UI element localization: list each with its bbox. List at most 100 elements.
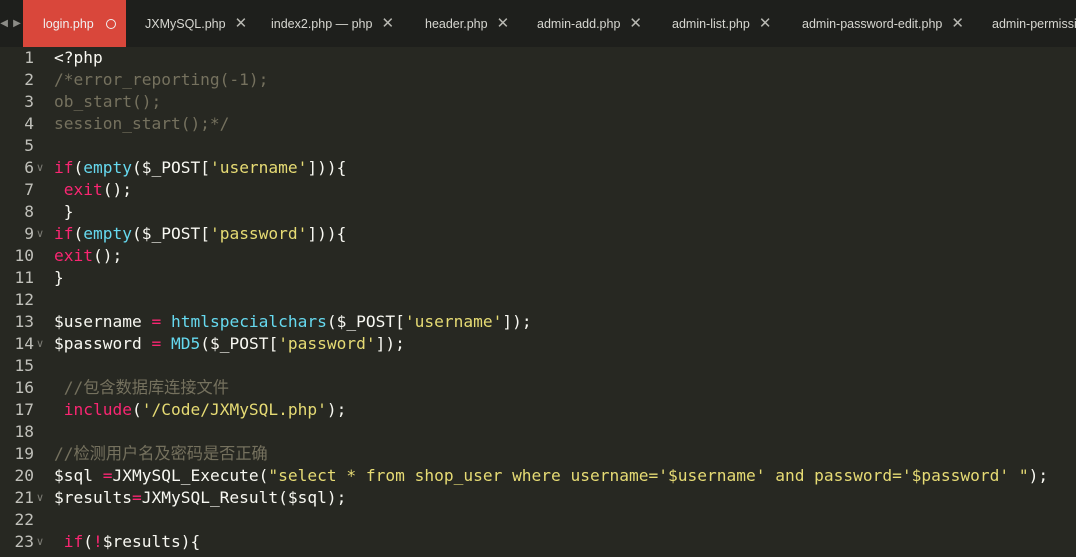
tab-admin-password-edit-php[interactable]: admin-password-edit.php ✕ xyxy=(802,0,964,47)
tab-label: JXMySQL.php xyxy=(145,16,226,31)
close-icon[interactable]: ✕ xyxy=(951,16,964,31)
code-token: JXMySQL_Execute( xyxy=(112,466,269,485)
code-line[interactable]: 10 exit(); xyxy=(0,245,1076,267)
code-line[interactable]: 18 xyxy=(0,421,1076,443)
code-token: ]); xyxy=(502,312,532,331)
close-icon[interactable]: ✕ xyxy=(381,16,394,31)
fold-arrow-icon[interactable]: ∨ xyxy=(36,333,44,355)
code-line[interactable]: 11} xyxy=(0,267,1076,289)
line-number: 1 xyxy=(24,48,34,67)
tab-index2-php[interactable]: index2.php — php ✕ xyxy=(271,0,394,47)
code-token: } xyxy=(54,268,64,287)
code-line[interactable]: 3 ob_start(); xyxy=(0,91,1076,113)
tab-label: admin-list.php xyxy=(672,16,750,31)
code-token: 'username' xyxy=(404,312,503,331)
tab-jxmysql-php[interactable]: JXMySQL.php ✕ xyxy=(145,0,247,47)
code-text: } xyxy=(54,267,64,289)
code-token: ( xyxy=(73,224,84,243)
code-line[interactable]: 4 session_start();*/ xyxy=(0,113,1076,135)
code-text: exit(); xyxy=(54,179,132,201)
code-token: $results){ xyxy=(102,532,201,551)
line-number: 9 xyxy=(24,224,34,243)
line-number: 13 xyxy=(14,312,35,331)
fold-arrow-icon[interactable]: ∨ xyxy=(36,531,44,553)
code-token: $results xyxy=(54,488,132,507)
tab-admin-permission[interactable]: admin-permissi xyxy=(992,0,1076,47)
code-text: $sql =JXMySQL_Execute("select * from sho… xyxy=(54,465,1048,487)
code-line[interactable]: 8 } xyxy=(0,201,1076,223)
tab-scroll-arrows[interactable]: ◀ ▶ xyxy=(0,0,22,47)
tab-admin-list-php[interactable]: admin-list.php ✕ xyxy=(672,0,771,47)
code-token: ( xyxy=(83,532,93,551)
code-token: //检测用户名及密码是否正确 xyxy=(54,444,268,463)
code-text: include('/Code/JXMySQL.php'); xyxy=(54,399,347,421)
code-line[interactable]: 22 xyxy=(0,509,1076,531)
code-token: session_start();*/ xyxy=(54,114,230,133)
code-line[interactable]: 1 <?php xyxy=(0,47,1076,69)
code-line[interactable]: 14 ∨ $password = MD5($_POST['password']); xyxy=(0,333,1076,355)
code-token: empty xyxy=(83,224,132,243)
code-line[interactable]: 5 xyxy=(0,135,1076,157)
code-token: ]); xyxy=(375,334,405,353)
fold-arrow-icon[interactable]: ∨ xyxy=(36,157,44,179)
code-token: = xyxy=(131,488,142,507)
code-line[interactable]: 23 ∨ if(!$results){ xyxy=(0,531,1076,553)
tab-header-php[interactable]: header.php ✕ xyxy=(425,0,509,47)
line-number: 21 xyxy=(14,488,35,507)
fold-arrow-icon[interactable]: ∨ xyxy=(36,487,44,509)
code-line[interactable]: 15 xyxy=(0,355,1076,377)
code-token: "select * from shop_user where username=… xyxy=(268,466,1029,485)
tab-admin-add-php[interactable]: admin-add.php ✕ xyxy=(537,0,642,47)
tab-label: header.php xyxy=(425,16,488,31)
code-line[interactable]: 7 exit(); xyxy=(0,179,1076,201)
close-icon[interactable]: ✕ xyxy=(629,16,642,31)
code-token: /*error_reporting(-1); xyxy=(54,70,269,89)
tab-label: admin-add.php xyxy=(537,16,621,31)
code-token: $password xyxy=(54,334,152,353)
code-text: $password = MD5($_POST['password']); xyxy=(54,333,405,355)
code-token: ($_POST[ xyxy=(200,334,279,353)
line-number: 17 xyxy=(14,400,35,419)
code-text: //检测用户名及密码是否正确 xyxy=(54,443,268,465)
line-number: 7 xyxy=(24,180,34,199)
code-token: ( xyxy=(73,158,84,177)
code-editor[interactable]: 1 <?php 2 /*error_reporting(-1); 3 ob_start()… xyxy=(0,47,1076,557)
code-line[interactable]: 2 /*error_reporting(-1); xyxy=(0,69,1076,91)
close-icon[interactable]: ✕ xyxy=(235,16,248,31)
code-line[interactable]: 19 //检测用户名及密码是否正确 xyxy=(0,443,1076,465)
fold-arrow-icon[interactable]: ∨ xyxy=(36,223,44,245)
tab-label: login.php xyxy=(43,16,94,31)
code-token: if xyxy=(63,532,84,551)
code-line[interactable]: 12 xyxy=(0,289,1076,311)
code-line[interactable]: 21 ∨ $results=JXMySQL_Result($sql); xyxy=(0,487,1076,509)
line-number: 6 xyxy=(24,158,34,177)
code-line[interactable]: 20 $sql =JXMySQL_Execute("select * from s… xyxy=(0,465,1076,487)
line-number: 20 xyxy=(14,466,35,485)
code-token: (); xyxy=(92,246,123,265)
code-token: include xyxy=(63,400,132,419)
line-number: 2 xyxy=(24,70,34,89)
unsaved-dot-icon[interactable] xyxy=(105,18,116,29)
code-token: ); xyxy=(326,400,347,419)
code-token: 'password' xyxy=(278,334,376,353)
close-icon[interactable]: ✕ xyxy=(759,16,772,31)
code-text: <?php xyxy=(54,47,103,69)
close-icon[interactable]: ✕ xyxy=(497,16,510,31)
code-text: ob_start(); xyxy=(54,91,161,113)
line-number: 12 xyxy=(14,290,35,309)
code-line[interactable]: 6 ∨ if(empty($_POST['username'])){ xyxy=(0,157,1076,179)
code-token: if xyxy=(54,158,74,177)
code-token: ($_POST[ xyxy=(131,158,210,177)
line-number: 15 xyxy=(14,356,35,375)
code-line[interactable]: 16 //包含数据库连接文件 xyxy=(0,377,1076,399)
code-line[interactable]: 9 ∨ if(empty($_POST['password'])){ xyxy=(0,223,1076,245)
code-text: if(empty($_POST['username'])){ xyxy=(54,157,346,179)
tab-login-php[interactable]: login.php xyxy=(23,0,126,47)
code-line[interactable]: 17 include('/Code/JXMySQL.php'); xyxy=(0,399,1076,421)
code-line[interactable]: 13 $username = htmlspecialchars($_POST['u… xyxy=(0,311,1076,333)
code-text: } xyxy=(54,201,74,223)
